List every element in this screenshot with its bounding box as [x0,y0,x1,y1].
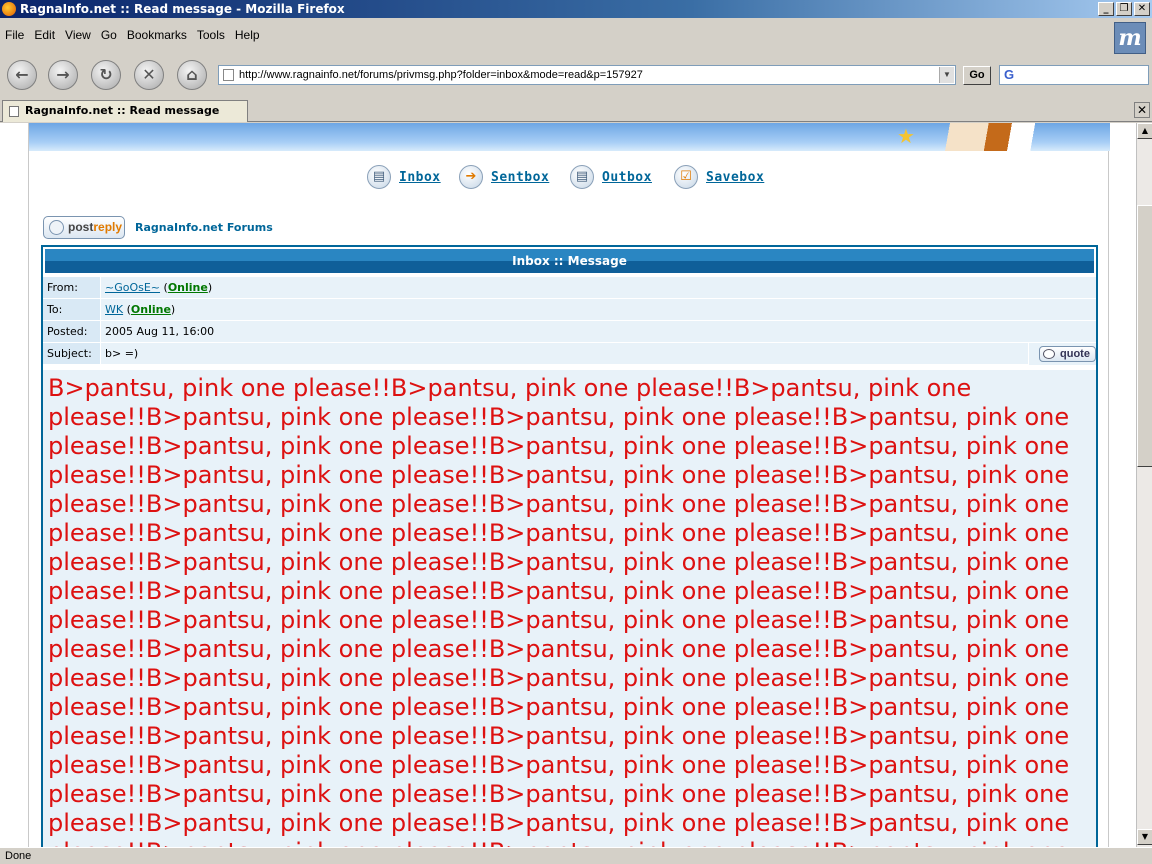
stop-button[interactable]: ✕ [134,60,164,90]
sentbox-arrow-icon: ➔ [459,165,483,189]
from-label: From: [43,277,101,299]
to-online-status[interactable]: Online [131,303,171,316]
reload-button[interactable]: ↻ [91,60,121,90]
status-text: Done [5,850,32,862]
outbox-link-text[interactable]: Outbox [602,170,652,185]
from-user-link[interactable]: ~GoOsE~ [105,281,160,294]
tab-page-icon [9,106,19,117]
close-window-button[interactable]: ✕ [1134,2,1150,16]
page-icon [223,69,234,81]
back-arrow-icon: ← [15,65,29,84]
message-header: Inbox :: Message [43,247,1096,275]
inbox-link-text[interactable]: Inbox [399,170,441,185]
firefox-icon [2,2,16,16]
window-titlebar: RagnaInfo.net :: Read message - Mozilla … [0,0,1152,18]
message-table: Inbox :: Message From: ~GoOsE~ (Online) … [41,245,1098,847]
post-label: post [68,220,94,234]
savebox-check-icon: ☑ [674,165,698,189]
menu-edit[interactable]: Edit [29,26,60,46]
restore-button[interactable]: ❐ [1116,2,1132,16]
url-bar[interactable]: http://www.ragnainfo.net/forums/privmsg.… [218,65,956,85]
menu-bar: File Edit View Go Bookmarks Tools Help [0,26,265,46]
quote-bubble-icon [1043,349,1055,359]
posted-row: Posted: 2005 Aug 11, 16:00 [43,321,1096,343]
throbber-icon: m [1114,22,1146,54]
reply-label: reply [93,220,123,234]
savebox-link-text[interactable]: Savebox [706,170,764,185]
window-title: RagnaInfo.net :: Read message - Mozilla … [20,2,345,16]
from-row: From: ~GoOsE~ (Online) [43,277,1096,299]
star-icon: ★ [897,124,915,148]
savebox-link[interactable]: ☑ Savebox [674,165,764,189]
home-icon: ⌂ [186,65,198,84]
to-row: To: WK (Online) [43,299,1096,321]
tab-label: RagnaInfo.net :: Read message [25,104,220,117]
sentbox-link[interactable]: ➔ Sentbox [459,165,549,189]
google-icon[interactable]: G [1004,67,1014,82]
inbox-link[interactable]: ▤ Inbox [367,165,441,189]
to-label: To: [43,299,101,321]
post-reply-button[interactable]: postreply [43,216,125,239]
message-body: B>pantsu, pink one please!!B>pantsu, pin… [43,370,1096,847]
scroll-down-icon[interactable]: ▼ [1137,829,1152,845]
site-banner: ★ [29,123,1110,151]
close-tab-icon[interactable]: ✕ [1134,102,1150,118]
quote-button-cell: quote [1028,343,1096,365]
navigation-toolbar: ← → ↻ ✕ ⌂ http://www.ragnainfo.net/forum… [0,56,1152,96]
status-bar: Done [0,847,1152,864]
forum-index-link[interactable]: RagnaInfo.net Forums [135,221,273,234]
pm-folder-links: ▤ Inbox ➔ Sentbox ▤ Outbox ☑ Savebox [29,165,1110,189]
inbox-icon: ▤ [367,165,391,189]
forum-page: ★ ▤ Inbox ➔ Sentbox ▤ Outbox ☑ Savebox p… [28,123,1110,847]
search-input[interactable]: G [999,65,1149,85]
subject-row: Subject: b> =) quote [43,343,1096,365]
menu-tools[interactable]: Tools [192,26,230,46]
subject-value: b> =) [101,343,1096,365]
quote-button[interactable]: quote [1039,346,1096,362]
reload-icon: ↻ [99,65,113,84]
menu-help[interactable]: Help [230,26,265,46]
vertical-scrollbar[interactable]: ▲ ▼ [1136,123,1152,847]
scrollbar-thumb[interactable] [1137,205,1152,467]
quote-label: quote [1060,348,1090,360]
tab-read-message[interactable]: RagnaInfo.net :: Read message [2,100,248,122]
from-value: ~GoOsE~ (Online) [101,277,1096,299]
to-value: WK (Online) [101,299,1096,321]
back-button[interactable]: ← [7,60,37,90]
content-viewport: ★ ▤ Inbox ➔ Sentbox ▤ Outbox ☑ Savebox p… [0,123,1136,847]
home-button[interactable]: ⌂ [177,60,207,90]
scroll-up-icon[interactable]: ▲ [1137,123,1152,139]
posted-value: 2005 Aug 11, 16:00 [101,321,1096,343]
menu-view[interactable]: View [60,26,96,46]
tab-bar: RagnaInfo.net :: Read message ✕ [0,98,1152,122]
subject-label: Subject: [43,343,101,365]
go-button[interactable]: Go [963,66,991,85]
minimize-button[interactable]: _ [1098,2,1114,16]
from-online-status[interactable]: Online [168,281,208,294]
url-dropdown-icon[interactable]: ▼ [939,67,954,83]
post-reply-icon [49,220,64,235]
to-user-link[interactable]: WK [105,303,123,316]
outbox-link[interactable]: ▤ Outbox [570,165,652,189]
sentbox-link-text[interactable]: Sentbox [491,170,549,185]
url-text: http://www.ragnainfo.net/forums/privmsg.… [239,69,643,81]
forward-button[interactable]: → [48,60,78,90]
outbox-icon: ▤ [570,165,594,189]
banner-artwork [919,123,1069,151]
menu-bookmarks[interactable]: Bookmarks [122,26,192,46]
menu-file[interactable]: File [0,26,29,46]
posted-label: Posted: [43,321,101,343]
stop-icon: ✕ [142,65,156,84]
menu-go[interactable]: Go [96,26,122,46]
forward-arrow-icon: → [56,65,70,84]
